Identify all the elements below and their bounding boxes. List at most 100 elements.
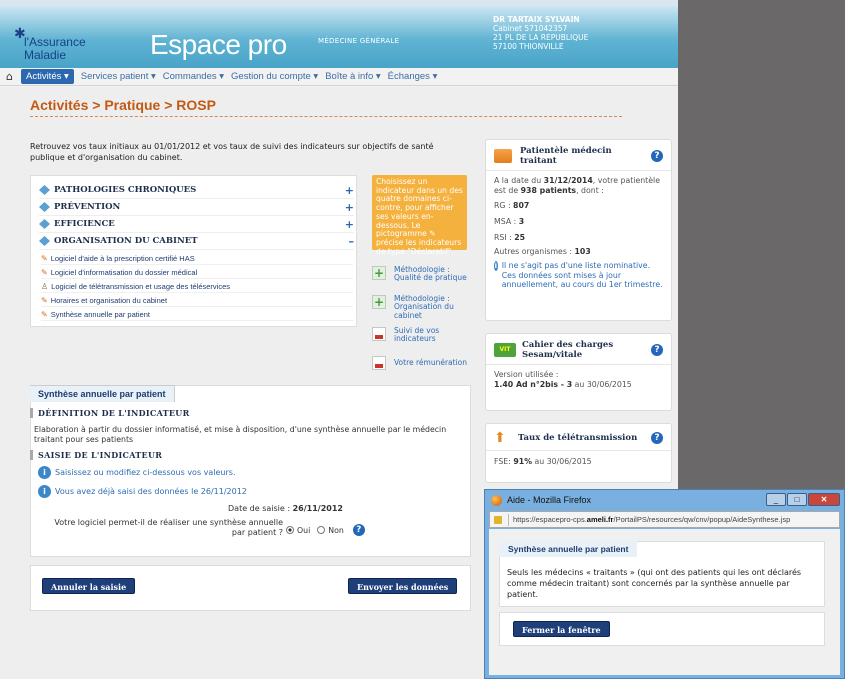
card-body: FSE: 91% au 30/06/2015 xyxy=(486,451,671,473)
link-label: Suivi de vos indicateurs xyxy=(394,326,440,344)
patientele-icon xyxy=(494,149,512,163)
nav-echanges[interactable]: Échanges ▾ xyxy=(388,71,438,82)
user-cabinet: Cabinet 571042357 xyxy=(493,24,568,33)
pdf-icon xyxy=(372,356,386,370)
indicator-item[interactable]: ✎ Logiciel d'aide à la prescription cert… xyxy=(41,252,353,265)
category-label: ORGANISATION DU CABINET xyxy=(54,236,198,246)
nav-activites[interactable]: Activités ▾ xyxy=(20,69,74,84)
maximize-icon[interactable]: □ xyxy=(787,493,807,506)
indicator-item[interactable]: ✎ Horaires et organisation du cabinet xyxy=(41,294,353,307)
version-label: Version utilisée : xyxy=(494,370,559,379)
msa-row: MSA : 3 xyxy=(494,216,663,228)
date-value: 26/11/2012 xyxy=(292,504,343,513)
category-prevention[interactable]: PRÉVENTION + xyxy=(39,199,354,216)
nav-boite-info[interactable]: Boîte à info ▾ xyxy=(325,71,380,82)
patientele-card: Patientèle médecin traitant ? A la date … xyxy=(485,139,672,321)
category-arrow-icon xyxy=(39,202,50,212)
date-label: Date de saisie : xyxy=(228,504,293,513)
label: RSI : xyxy=(494,233,515,242)
url-suffix: /PortailPS/resources/qw/cnv/popup/AideSy… xyxy=(613,515,791,524)
app-title: Espace pro xyxy=(150,29,287,60)
indicator-item[interactable]: ♙ Logiciel de télétransmission et usage … xyxy=(41,280,353,293)
nav-services-patient[interactable]: Services patient ▾ xyxy=(81,71,156,82)
main-nav: ⌂ Activités ▾ Services patient ▾ Command… xyxy=(0,68,678,86)
indicator-item-selected[interactable]: ✎ Synthèse annuelle par patient xyxy=(41,308,353,321)
indicator-label: Horaires et organisation du cabinet xyxy=(50,295,168,305)
card-title: Taux de télétransmission xyxy=(518,433,638,443)
value: 807 xyxy=(513,201,530,210)
text: , dont : xyxy=(576,186,604,195)
count-value: 938 patients xyxy=(520,186,577,195)
expand-icon[interactable]: + xyxy=(345,218,354,231)
info-icon: i xyxy=(38,466,51,479)
link-label: Méthodologie : Organisation du cabinet xyxy=(394,294,454,320)
category-efficience[interactable]: EFFICIENCE + xyxy=(39,216,354,233)
indicator-item[interactable]: ✎ Logiciel d'informatisation du dossier … xyxy=(41,266,353,279)
help-popup-window: Aide - Mozilla Firefox _ □ ✕ https://esp… xyxy=(484,489,845,679)
firefox-icon xyxy=(491,494,502,506)
value: 25 xyxy=(514,233,526,242)
text: A la date du xyxy=(494,176,544,185)
radio-non-label[interactable]: Non xyxy=(328,526,344,535)
user-info: DR TARTAIX SYLVAIN Cabinet 571042357 21 … xyxy=(493,15,588,51)
nav-gestion-compte[interactable]: Gestion du compte ▾ xyxy=(231,71,318,82)
remuneration-link[interactable]: Votre rémunération xyxy=(372,356,477,370)
category-arrow-icon xyxy=(39,219,50,229)
suivi-indicateurs-link[interactable]: Suivi de vos indicateurs xyxy=(372,326,477,344)
help-icon[interactable]: ? xyxy=(651,150,663,162)
answer-radio-group: Oui Non ? xyxy=(286,524,365,536)
method-quality-link[interactable]: + Méthodologie : Qualité de pratique xyxy=(372,265,477,283)
send-data-button[interactable]: Envoyer les données xyxy=(348,578,458,594)
category-label: EFFICIENCE xyxy=(54,219,115,229)
info-text: Il ne s'agit pas d'une liste nominative.… xyxy=(501,261,663,289)
popup-titlebar[interactable]: Aide - Mozilla Firefox _ □ ✕ xyxy=(485,490,844,510)
expand-icon[interactable]: + xyxy=(345,201,354,214)
minimize-icon[interactable]: _ xyxy=(766,493,786,506)
cancel-entry-button[interactable]: Annuler la saisie xyxy=(42,578,136,594)
site-header: ✱ l'Assurance Maladie Espace pro MÉDECIN… xyxy=(0,6,678,68)
assurance-maladie-logo[interactable]: ✱ l'Assurance Maladie xyxy=(14,26,109,70)
home-icon[interactable]: ⌂ xyxy=(6,70,13,83)
url-separator xyxy=(508,513,509,526)
link-label: Votre rémunération xyxy=(394,357,468,367)
teletransmission-card: ⬆ Taux de télétransmission ? FSE: 91% au… xyxy=(485,423,672,483)
radio-non[interactable] xyxy=(317,526,326,534)
vitale-icon: VIT xyxy=(494,343,516,357)
collapse-icon[interactable]: – xyxy=(349,235,355,248)
synthese-tab[interactable]: Synthèse annuelle par patient xyxy=(30,385,175,402)
url-bar[interactable]: https://espacepro-cps. ameli.fr/PortailPS… xyxy=(489,511,840,528)
radio-oui-label[interactable]: Oui xyxy=(297,526,310,535)
nav-commandes[interactable]: Commandes ▾ xyxy=(163,71,224,82)
card-body: A la date du 31/12/2014, votre patientèl… xyxy=(486,171,671,295)
pencil-icon: ✎ xyxy=(41,309,48,319)
plus-icon: + xyxy=(372,266,386,280)
question-label: Votre logiciel permet-il de réaliser une… xyxy=(54,518,283,537)
indicator-categories: PATHOLOGIES CHRONIQUES + PRÉVENTION + EF… xyxy=(30,175,357,327)
date-saisie: Date de saisie : 26/11/2012 xyxy=(228,504,343,513)
value: 3 xyxy=(518,217,525,226)
info-icon: i xyxy=(494,261,498,271)
url-prefix: https://espacepro-cps. xyxy=(513,515,587,524)
radio-oui[interactable] xyxy=(286,526,294,534)
help-icon[interactable]: ? xyxy=(352,524,365,536)
cahier-card: VIT Cahier des charges Sesam/vitale ? Ve… xyxy=(485,333,672,411)
help-icon[interactable]: ? xyxy=(651,344,663,356)
category-pathologies[interactable]: PATHOLOGIES CHRONIQUES + xyxy=(39,182,354,199)
popup-card-title: Synthèse annuelle par patient xyxy=(499,541,638,557)
info-text: Saisissez ou modifiez ci-dessous vos val… xyxy=(55,468,236,477)
version-date: au 30/06/2015 xyxy=(572,380,632,389)
fse-value: 91% xyxy=(513,457,533,466)
saisie-heading: SAISIE DE L'INDICATEUR xyxy=(30,450,162,460)
pencil-icon: ✎ xyxy=(41,295,48,305)
expand-icon[interactable]: + xyxy=(345,184,354,197)
info-already-entered: i Vous avez déjà saisi des données le 26… xyxy=(38,485,247,498)
url-domain: ameli.fr xyxy=(586,515,614,524)
close-window-button[interactable]: Fermer la fenêtre xyxy=(513,621,610,637)
close-icon[interactable]: ✕ xyxy=(808,493,840,506)
category-label: PRÉVENTION xyxy=(54,202,121,212)
category-organisation[interactable]: ORGANISATION DU CABINET – xyxy=(39,233,354,250)
method-organisation-link[interactable]: + Méthodologie : Organisation du cabinet xyxy=(372,294,477,320)
help-icon[interactable]: ? xyxy=(651,432,663,444)
definition-text: Elaboration à partir du dossier informat… xyxy=(34,425,447,444)
plus-icon: + xyxy=(372,295,386,309)
